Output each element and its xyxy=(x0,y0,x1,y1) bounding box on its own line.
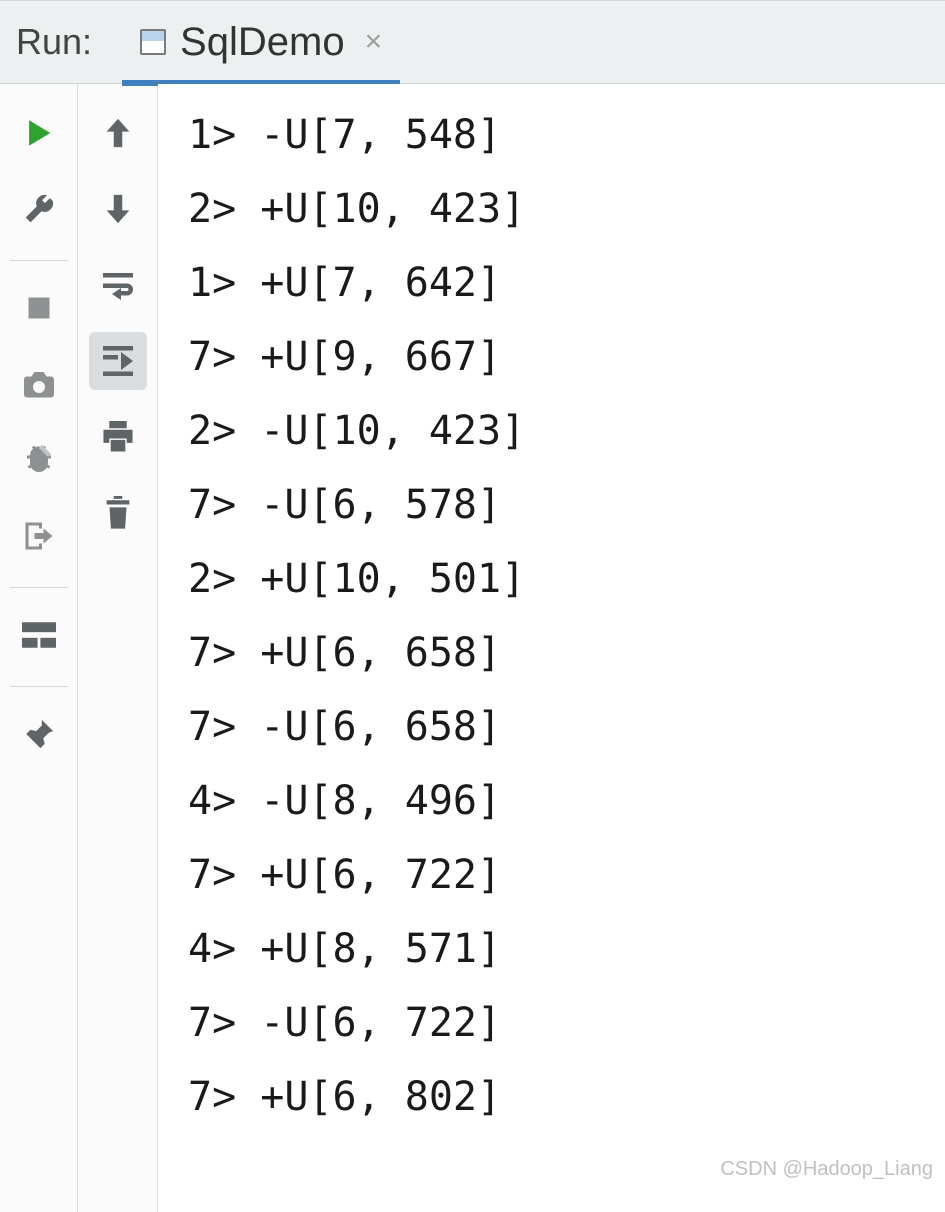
camera-icon xyxy=(21,366,57,402)
clear-all-button[interactable] xyxy=(89,484,147,542)
up-stack-button[interactable] xyxy=(89,104,147,162)
run-label: Run: xyxy=(16,21,92,63)
printer-icon xyxy=(100,421,136,453)
print-button[interactable] xyxy=(89,408,147,466)
edit-config-button[interactable] xyxy=(10,180,68,238)
wrench-icon xyxy=(22,192,56,226)
attach-debugger-button[interactable] xyxy=(10,431,68,489)
run-config-tab[interactable]: SqlDemo × xyxy=(122,4,400,86)
layout-button[interactable] xyxy=(10,606,68,664)
console-output[interactable]: 7> -U[9, 604] 1> -U[7, 548] 2> +U[10, 42… xyxy=(158,84,945,1212)
separator xyxy=(10,686,68,687)
play-icon xyxy=(22,116,56,150)
layout-icon xyxy=(22,621,56,649)
dump-threads-button[interactable] xyxy=(10,355,68,413)
separator xyxy=(10,587,68,588)
tool-window-header: Run: SqlDemo × xyxy=(0,0,945,84)
console-text: 7> -U[9, 604] 1> -U[7, 548] 2> +U[10, 42… xyxy=(188,84,945,1134)
soft-wrap-button[interactable] xyxy=(89,256,147,314)
watermark: CSDN @Hadoop_Liang xyxy=(720,1132,933,1206)
down-stack-button[interactable] xyxy=(89,180,147,238)
exit-icon xyxy=(21,518,57,554)
stop-button[interactable] xyxy=(10,279,68,337)
pin-button[interactable] xyxy=(10,705,68,763)
rerun-button[interactable] xyxy=(10,104,68,162)
separator xyxy=(10,260,68,261)
tab-title: SqlDemo xyxy=(180,20,345,65)
run-toolbar-left xyxy=(0,84,78,1212)
pin-icon xyxy=(22,717,56,751)
console-toolbar xyxy=(78,84,158,1212)
arrow-down-icon xyxy=(103,192,133,226)
run-tool-window: Run: SqlDemo × xyxy=(0,0,945,1212)
tool-window-body: 7> -U[9, 604] 1> -U[7, 548] 2> +U[10, 42… xyxy=(0,84,945,1212)
application-icon xyxy=(140,29,166,55)
stop-icon xyxy=(25,294,53,322)
close-tab-button[interactable]: × xyxy=(365,25,383,59)
trash-icon xyxy=(103,496,133,530)
scroll-end-icon xyxy=(100,346,136,376)
exit-button[interactable] xyxy=(10,507,68,565)
scroll-to-end-button[interactable] xyxy=(89,332,147,390)
debug-icon xyxy=(21,442,57,478)
arrow-up-icon xyxy=(103,116,133,150)
soft-wrap-icon xyxy=(100,270,136,300)
